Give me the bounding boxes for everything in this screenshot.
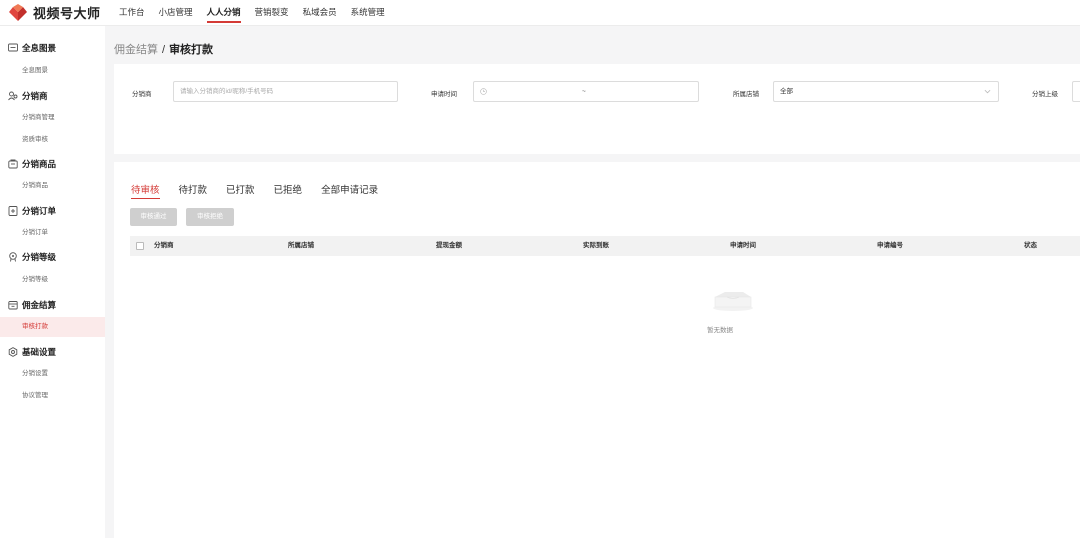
tab-pending-payment[interactable]: 待打款: [179, 182, 208, 199]
sidebar-group-label: 基础设置: [22, 347, 57, 357]
users-icon: [8, 91, 18, 101]
empty-state-text: 暂无数据: [707, 327, 733, 334]
store-select[interactable]: 全部: [773, 81, 999, 102]
approve-button[interactable]: 审核通过: [130, 208, 177, 226]
distributor-filter-label: 分销商: [132, 91, 152, 98]
column-status: 状态: [1024, 242, 1037, 249]
column-actual-received: 实际到账: [583, 242, 609, 249]
sidebar-group-label: 分销订单: [22, 206, 57, 216]
breadcrumb: 佣金结算 / 审核打款: [114, 41, 213, 57]
sidebar-group-products[interactable]: 分销商品: [0, 154, 105, 174]
tab-all-records[interactable]: 全部申请记录: [321, 182, 378, 199]
level-icon: [9, 252, 17, 262]
order-icon: [8, 206, 18, 216]
breadcrumb-current: 审核打款: [169, 44, 214, 56]
sidebar-item-agreement-management[interactable]: 协议管理: [0, 386, 105, 406]
clock-icon: [480, 88, 487, 95]
apply-time-range-picker[interactable]: ~: [473, 81, 699, 102]
settlement-icon: [8, 301, 18, 310]
product-icon: [8, 159, 18, 169]
tab-rejected[interactable]: 已拒绝: [274, 182, 303, 199]
select-all-checkbox[interactable]: [136, 242, 144, 250]
sidebar-item-distributor-management[interactable]: 分销商管理: [0, 108, 105, 128]
table-header: 分销商 所属店铺 提现金额 实际到账 申请时间 申请编号 状态: [130, 236, 1080, 256]
store-select-value: 全部: [780, 88, 793, 95]
sidebar-group-label: 分销商品: [22, 159, 57, 169]
topnav-membership[interactable]: 私域会员: [303, 0, 337, 26]
chevron-down-icon: [984, 89, 991, 94]
distributor-search-input[interactable]: 请输入分销商的id/昵称/手机号码: [173, 81, 398, 102]
list-panel: 待审核 待打款 已打款 已拒绝 全部申请记录 审核通过 审核拒绝 分销商 所属店…: [114, 162, 1080, 538]
sidebar-group-orders[interactable]: 分销订单: [0, 201, 105, 221]
sidebar-item-qualification-review[interactable]: 资质审核: [0, 130, 105, 150]
sidebar-group-overview[interactable]: 全息图景: [0, 38, 105, 58]
store-filter-label: 所属店铺: [733, 91, 759, 98]
empty-box-icon: [713, 292, 753, 311]
sidebar-group-label: 佣金结算: [22, 300, 57, 310]
top-nav: 工作台 小店管理 人人分销 营销裂变 私域会员 系统管理: [119, 0, 399, 26]
sidebar-item-orders[interactable]: 分销订单: [0, 223, 105, 243]
topnav-workbench[interactable]: 工作台: [119, 0, 145, 26]
app-name: 视频号大师: [33, 6, 101, 21]
topnav-system[interactable]: 系统管理: [351, 0, 385, 26]
sidebar-group-label: 分销等级: [22, 252, 57, 262]
topnav-distribution[interactable]: 人人分销: [206, 0, 241, 26]
date-range-separator: ~: [582, 88, 586, 95]
sidebar-group-levels[interactable]: 分销等级: [0, 247, 105, 267]
topnav-marketing[interactable]: 营销裂变: [255, 0, 289, 26]
superior-filter-label: 分销上级: [1032, 91, 1058, 98]
tab-pending-review[interactable]: 待审核: [131, 182, 160, 199]
topnav-store-management[interactable]: 小店管理: [159, 0, 193, 26]
sidebar-group-distributors[interactable]: 分销商: [0, 86, 105, 106]
column-distributor: 分销商: [154, 242, 174, 249]
sidebar-item-distribution-settings[interactable]: 分销设置: [0, 364, 105, 384]
sidebar-item-review-payout[interactable]: 审核打款: [0, 317, 105, 337]
reject-button[interactable]: 审核拒绝: [186, 208, 234, 226]
column-store: 所属店铺: [288, 242, 314, 249]
status-tabs: 待审核 待打款 已打款 已拒绝 全部申请记录: [131, 182, 397, 199]
breadcrumb-separator: /: [162, 44, 166, 56]
top-bar: 视频号大师 工作台 小店管理 人人分销 营销裂变 私域会员 系统管理: [0, 0, 1080, 26]
sidebar-group-label: 全息图景: [22, 43, 57, 53]
sidebar-group-basic-settings[interactable]: 基础设置: [0, 342, 105, 362]
apply-time-label: 申请时间: [431, 91, 457, 98]
sidebar-item-products[interactable]: 分销商品: [0, 176, 105, 196]
sidebar-item-levels[interactable]: 分销等级: [0, 270, 105, 290]
filter-panel: 分销商 请输入分销商的id/昵称/手机号码 申请时间 ~ 所属店铺 全部 分销上…: [114, 64, 1080, 154]
overview-icon: [8, 43, 18, 52]
sidebar: 全息图景 全息图景 分销商 分销商管理 资质审核 分销商品 分销商品 分销订单 …: [0, 26, 105, 538]
sidebar-group-label: 分销商: [22, 91, 48, 101]
tab-paid[interactable]: 已打款: [226, 182, 255, 199]
breadcrumb-parent[interactable]: 佣金结算: [114, 44, 158, 56]
sidebar-group-settlement[interactable]: 佣金结算: [0, 295, 105, 315]
app-logo[interactable]: 视频号大师: [8, 3, 101, 22]
logo-icon: [9, 3, 27, 21]
sidebar-item-overview[interactable]: 全息图景: [0, 61, 105, 81]
column-apply-time: 申请时间: [730, 242, 756, 249]
column-withdraw-amount: 提现金额: [436, 242, 462, 249]
superior-select[interactable]: [1072, 81, 1080, 102]
column-apply-number: 申请编号: [877, 242, 903, 249]
gear-icon: [8, 347, 18, 357]
